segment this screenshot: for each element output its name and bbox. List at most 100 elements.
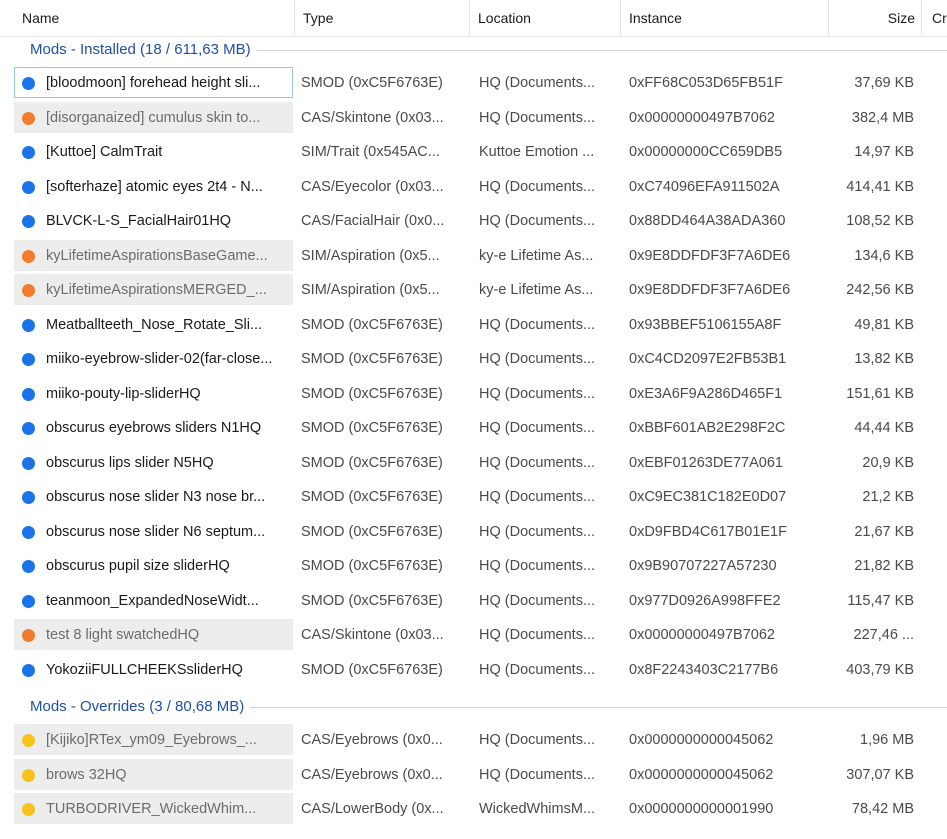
cell-size: 403,79 KB <box>846 661 914 678</box>
cell-type: SMOD (0xC5F6763E) <box>301 454 443 471</box>
table-row[interactable]: [Kuttoe] CalmTrait SIM/Trait (0x545AC... K… <box>0 135 947 169</box>
cell-size: 78,42 MB <box>851 801 914 817</box>
table-row[interactable]: [softerhaze] atomic eyes 2t4 - N... CAS/E… <box>0 170 947 204</box>
cell-type: SMOD (0xC5F6763E) <box>301 489 443 505</box>
status-dot-icon <box>22 663 35 677</box>
column-type-header[interactable]: Type <box>295 0 470 36</box>
cell-location: HQ (Documents... <box>479 661 596 678</box>
cell-location: HQ (Documents... <box>479 178 596 195</box>
status-dot-icon <box>22 249 35 263</box>
cell-type: SIM/Trait (0x545AC... <box>301 144 440 160</box>
cell-location: HQ (Documents... <box>479 75 596 91</box>
cell-instance: 0x9E8DDFDF3F7A6DE6 <box>629 247 791 264</box>
table-row[interactable]: obscurus eyebrows sliders N1HQ SMOD (0xC5… <box>0 411 947 445</box>
status-dot-icon <box>22 560 35 573</box>
cell-name: obscurus eyebrows sliders N1HQ <box>46 420 262 436</box>
status-dot-icon <box>22 456 35 470</box>
cell-name: teanmoon_ExpandedNoseWidt... <box>46 592 259 609</box>
cell-name: obscurus nose slider N3 nose br... <box>46 489 266 505</box>
table-row[interactable]: kyLifetimeAspirationsMERGED_... SIM/Aspir… <box>0 273 947 307</box>
cell-location: HQ (Documents... <box>479 592 596 609</box>
cell-size: 242,56 KB <box>846 282 914 298</box>
cell-name: obscurus nose slider N6 septum... <box>46 523 266 540</box>
column-header: Name Type Location Instance Size Cr <box>0 0 947 37</box>
table-row[interactable]: teanmoon_ExpandedNoseWidt... SMOD (0xC5F6… <box>0 584 947 618</box>
cell-location: HQ (Documents... <box>479 385 596 402</box>
cell-type: SIM/Aspiration (0x5... <box>301 247 440 264</box>
cell-type: CAS/Skintone (0x03... <box>301 627 444 643</box>
cell-size: 1,96 MB <box>860 732 914 748</box>
status-dot-icon <box>22 215 35 228</box>
table-row[interactable]: kyLifetimeAspirationsBaseGame... SIM/Aspi… <box>0 239 947 273</box>
table-row[interactable]: [bloodmoon] forehead height sli... SMOD (… <box>0 66 947 100</box>
cell-location: HQ (Documents... <box>479 109 596 126</box>
column-name-header[interactable]: Name <box>14 0 295 36</box>
table-row[interactable]: miiko-eyebrow-slider-02(far-close... SMOD… <box>0 342 947 376</box>
cell-location: HQ (Documents... <box>479 316 596 333</box>
cell-size: 37,69 KB <box>854 75 914 91</box>
cell-location: HQ (Documents... <box>479 558 596 574</box>
table-row[interactable]: Meatballteeth_Nose_Rotate_Sli... SMOD (0x… <box>0 308 947 342</box>
table-row[interactable]: miiko-pouty-lip-sliderHQ SMOD (0xC5F6763E… <box>0 377 947 411</box>
cell-name: miiko-pouty-lip-sliderHQ <box>46 385 201 402</box>
cell-instance: 0xC74096EFA911502A <box>629 178 780 195</box>
cell-size: 151,61 KB <box>846 385 914 402</box>
cell-instance: 0xBBF601AB2E298F2C <box>629 420 786 436</box>
status-dot-icon <box>22 387 35 401</box>
cell-name: obscurus pupil size sliderHQ <box>46 558 230 574</box>
cell-location: HQ (Documents... <box>479 351 596 367</box>
cell-location: HQ (Documents... <box>479 627 596 643</box>
cell-location: ky-e Lifetime As... <box>479 247 594 264</box>
cell-instance: 0x00000000497B7062 <box>629 109 775 126</box>
table-row[interactable]: obscurus nose slider N3 nose br... SMOD (… <box>0 480 947 514</box>
cell-type: CAS/Eyebrows (0x0... <box>301 732 443 748</box>
cell-type: SMOD (0xC5F6763E) <box>301 316 443 333</box>
cell-location: HQ (Documents... <box>479 766 596 783</box>
column-location-header[interactable]: Location <box>470 0 621 36</box>
table-row[interactable]: [Kijiko]RTex_ym09_Eyebrows_... CAS/Eyebro… <box>0 723 947 757</box>
cell-size: 21,82 KB <box>854 558 914 574</box>
column-instance-header[interactable]: Instance <box>621 0 829 36</box>
cell-instance: 0x00000000497B7062 <box>629 627 775 643</box>
cell-instance: 0xD9FBD4C617B01E1F <box>629 523 787 540</box>
cell-location: WickedWhimsM... <box>479 801 595 817</box>
cell-size: 134,6 KB <box>854 247 914 264</box>
cell-size: 382,4 MB <box>851 109 914 126</box>
cell-type: SMOD (0xC5F6763E) <box>301 75 443 91</box>
status-dot-icon <box>22 594 35 608</box>
table-row[interactable]: BLVCK-L-S_FacialHair01HQ CAS/FacialHair (… <box>0 204 947 238</box>
cell-instance: 0x0000000000001990 <box>629 801 774 817</box>
group-header-installed[interactable]: Mods - Installed (18 / 611,63 MB) <box>0 36 947 64</box>
table-row[interactable]: [disorganaized] cumulus skin to... CAS/Sk… <box>0 101 947 135</box>
cell-name: kyLifetimeAspirationsMERGED_... <box>46 282 267 298</box>
cell-type: CAS/LowerBody (0x... <box>301 801 444 817</box>
table-row[interactable]: test 8 light swatchedHQ CAS/Skintone (0x0… <box>0 618 947 652</box>
table-row[interactable]: obscurus lips slider N5HQ SMOD (0xC5F6763… <box>0 446 947 480</box>
status-dot-icon <box>22 525 35 539</box>
cell-type: SMOD (0xC5F6763E) <box>301 661 443 678</box>
cell-size: 14,97 KB <box>854 144 914 160</box>
cell-instance: 0xC4CD2097E2FB53B1 <box>629 351 787 367</box>
table-row[interactable]: TURBODRIVER_WickedWhim... CAS/LowerBody (… <box>0 792 947 826</box>
cell-type: SMOD (0xC5F6763E) <box>301 558 443 574</box>
table-row[interactable]: brows 32HQ CAS/Eyebrows (0x0... HQ (Docume… <box>0 758 947 792</box>
cell-instance: 0x9E8DDFDF3F7A6DE6 <box>629 282 791 298</box>
cell-name: TURBODRIVER_WickedWhim... <box>46 801 257 817</box>
cell-location: HQ (Documents... <box>479 523 596 540</box>
cell-size: 108,52 KB <box>846 213 914 229</box>
cell-name: [bloodmoon] forehead height sli... <box>46 75 261 91</box>
cell-name: Meatballteeth_Nose_Rotate_Sli... <box>46 316 263 333</box>
status-dot-icon <box>22 180 35 194</box>
cell-instance: 0x977D0926A998FFE2 <box>629 592 781 609</box>
group-header-overrides[interactable]: Mods - Overrides (3 / 80,68 MB) <box>0 693 947 721</box>
cell-name: miiko-eyebrow-slider-02(far-close... <box>46 351 273 367</box>
column-size-header[interactable]: Size <box>829 0 922 36</box>
table-row[interactable]: obscurus pupil size sliderHQ SMOD (0xC5F6… <box>0 549 947 583</box>
table-row[interactable]: YokoziiFULLCHEEKSsliderHQ SMOD (0xC5F6763… <box>0 653 947 687</box>
table-row[interactable]: obscurus nose slider N6 septum... SMOD (0… <box>0 515 947 549</box>
column-cr-header[interactable]: Cr <box>922 0 947 36</box>
cell-location: HQ (Documents... <box>479 213 596 229</box>
cell-type: SMOD (0xC5F6763E) <box>301 592 443 609</box>
cell-name: [softerhaze] atomic eyes 2t4 - N... <box>46 178 263 195</box>
status-dot-icon <box>22 146 35 159</box>
